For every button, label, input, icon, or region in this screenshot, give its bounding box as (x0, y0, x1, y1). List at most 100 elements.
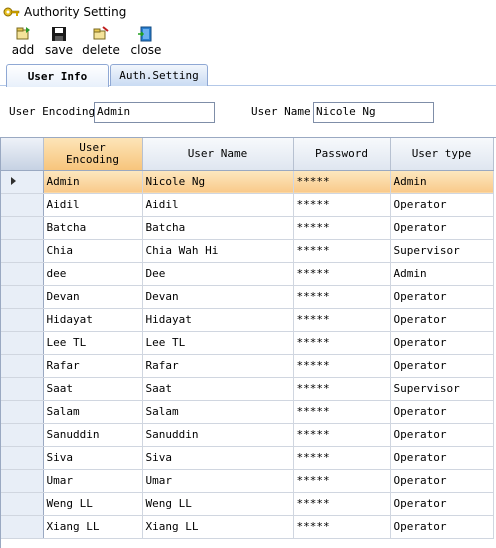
user-encoding-field[interactable]: Admin (94, 102, 215, 123)
cell-user-name[interactable]: Saat (142, 377, 294, 401)
save-button[interactable]: save (42, 24, 76, 57)
cell-user-encoding[interactable]: Umar (43, 469, 143, 493)
cell-password[interactable]: ***** (293, 216, 391, 240)
table-row[interactable]: Salam Salam ***** Operator (1, 400, 494, 424)
table-row[interactable]: Xiang LL Xiang LL ***** Operator (1, 515, 494, 539)
tab-auth-setting[interactable]: Auth.Setting (110, 64, 208, 86)
cell-user-encoding[interactable]: Aidil (43, 193, 143, 217)
table-row[interactable]: dee Dee ***** Admin (1, 262, 494, 286)
cell-password[interactable]: ***** (293, 492, 391, 516)
cell-user-encoding[interactable]: Salam (43, 400, 143, 424)
row-header[interactable] (1, 515, 44, 539)
cell-user-name[interactable]: Dee (142, 262, 294, 286)
cell-user-type[interactable]: Operator (390, 308, 494, 332)
cell-user-name[interactable]: Lee TL (142, 331, 294, 355)
cell-user-name[interactable]: Siva (142, 446, 294, 470)
table-row[interactable]: Devan Devan ***** Operator (1, 285, 494, 309)
row-header[interactable] (1, 285, 44, 309)
user-name-field[interactable]: Nicole Ng (313, 102, 434, 123)
table-row[interactable]: Admin Nicole Ng ***** Admin (1, 170, 494, 194)
cell-user-type[interactable]: Operator (390, 400, 494, 424)
cell-user-name[interactable]: Salam (142, 400, 294, 424)
cell-user-type[interactable]: Operator (390, 446, 494, 470)
table-row[interactable]: Hidayat Hidayat ***** Operator (1, 308, 494, 332)
row-header[interactable] (1, 239, 44, 263)
cell-user-encoding[interactable]: Hidayat (43, 308, 143, 332)
row-header[interactable] (1, 331, 44, 355)
cell-user-type[interactable]: Supervisor (390, 239, 494, 263)
select-all-corner[interactable] (1, 138, 44, 171)
cell-password[interactable]: ***** (293, 400, 391, 424)
table-row[interactable]: Rafar Rafar ***** Operator (1, 354, 494, 378)
cell-user-encoding[interactable]: Chia (43, 239, 143, 263)
cell-user-name[interactable]: Aidil (142, 193, 294, 217)
add-button[interactable]: add (8, 24, 38, 57)
cell-password[interactable]: ***** (293, 354, 391, 378)
cell-user-encoding[interactable]: Weng LL (43, 492, 143, 516)
row-header[interactable] (1, 423, 44, 447)
column-header-user-name[interactable]: User Name (142, 138, 294, 171)
cell-password[interactable]: ***** (293, 377, 391, 401)
cell-user-name[interactable]: Nicole Ng (142, 170, 294, 194)
cell-user-encoding[interactable]: Sanuddin (43, 423, 143, 447)
cell-password[interactable]: ***** (293, 331, 391, 355)
cell-password[interactable]: ***** (293, 193, 391, 217)
row-header[interactable] (1, 446, 44, 470)
cell-password[interactable]: ***** (293, 262, 391, 286)
cell-user-encoding[interactable]: Xiang LL (43, 515, 143, 539)
cell-password[interactable]: ***** (293, 170, 391, 194)
row-header[interactable] (1, 492, 44, 516)
tab-user-info[interactable]: User Info (6, 64, 109, 87)
cell-user-encoding[interactable]: Rafar (43, 354, 143, 378)
table-row[interactable]: Sanuddin Sanuddin ***** Operator (1, 423, 494, 447)
cell-password[interactable]: ***** (293, 285, 391, 309)
cell-password[interactable]: ***** (293, 423, 391, 447)
row-header[interactable] (1, 262, 44, 286)
table-row[interactable]: Weng LL Weng LL ***** Operator (1, 492, 494, 516)
cell-user-encoding[interactable]: dee (43, 262, 143, 286)
cell-user-type[interactable]: Operator (390, 469, 494, 493)
cell-user-name[interactable]: Chia Wah Hi (142, 239, 294, 263)
table-row[interactable]: Siva Siva ***** Operator (1, 446, 494, 470)
cell-user-encoding[interactable]: Admin (43, 170, 143, 194)
row-header[interactable] (1, 216, 44, 240)
delete-button[interactable]: delete (80, 24, 122, 57)
row-header[interactable] (1, 170, 44, 194)
cell-user-type[interactable]: Operator (390, 354, 494, 378)
column-header-user-encoding[interactable]: User Encoding (43, 138, 143, 171)
column-header-user-type[interactable]: User type (390, 138, 494, 171)
cell-password[interactable]: ***** (293, 239, 391, 263)
cell-user-type[interactable]: Operator (390, 331, 494, 355)
row-header[interactable] (1, 377, 44, 401)
cell-user-type[interactable]: Operator (390, 193, 494, 217)
cell-user-type[interactable]: Operator (390, 285, 494, 309)
cell-user-encoding[interactable]: Batcha (43, 216, 143, 240)
cell-user-name[interactable]: Devan (142, 285, 294, 309)
cell-user-name[interactable]: Umar (142, 469, 294, 493)
cell-user-name[interactable]: Hidayat (142, 308, 294, 332)
cell-user-type[interactable]: Operator (390, 492, 494, 516)
table-row[interactable]: Aidil Aidil ***** Operator (1, 193, 494, 217)
row-header[interactable] (1, 193, 44, 217)
table-row[interactable]: Batcha Batcha ***** Operator (1, 216, 494, 240)
cell-user-name[interactable]: Weng LL (142, 492, 294, 516)
cell-password[interactable]: ***** (293, 446, 391, 470)
cell-password[interactable]: ***** (293, 515, 391, 539)
table-row[interactable]: Umar Umar ***** Operator (1, 469, 494, 493)
row-header[interactable] (1, 308, 44, 332)
cell-password[interactable]: ***** (293, 308, 391, 332)
row-header[interactable] (1, 469, 44, 493)
row-header[interactable] (1, 400, 44, 424)
cell-user-encoding[interactable]: Siva (43, 446, 143, 470)
cell-user-name[interactable]: Sanuddin (142, 423, 294, 447)
cell-user-name[interactable]: Batcha (142, 216, 294, 240)
cell-user-type[interactable]: Operator (390, 423, 494, 447)
cell-user-name[interactable]: Rafar (142, 354, 294, 378)
cell-user-encoding[interactable]: Saat (43, 377, 143, 401)
close-button[interactable]: close (128, 24, 164, 57)
cell-user-type[interactable]: Admin (390, 262, 494, 286)
table-row[interactable]: Chia Chia Wah Hi ***** Supervisor (1, 239, 494, 263)
cell-user-type[interactable]: Admin (390, 170, 494, 194)
cell-user-encoding[interactable]: Devan (43, 285, 143, 309)
cell-user-name[interactable]: Xiang LL (142, 515, 294, 539)
